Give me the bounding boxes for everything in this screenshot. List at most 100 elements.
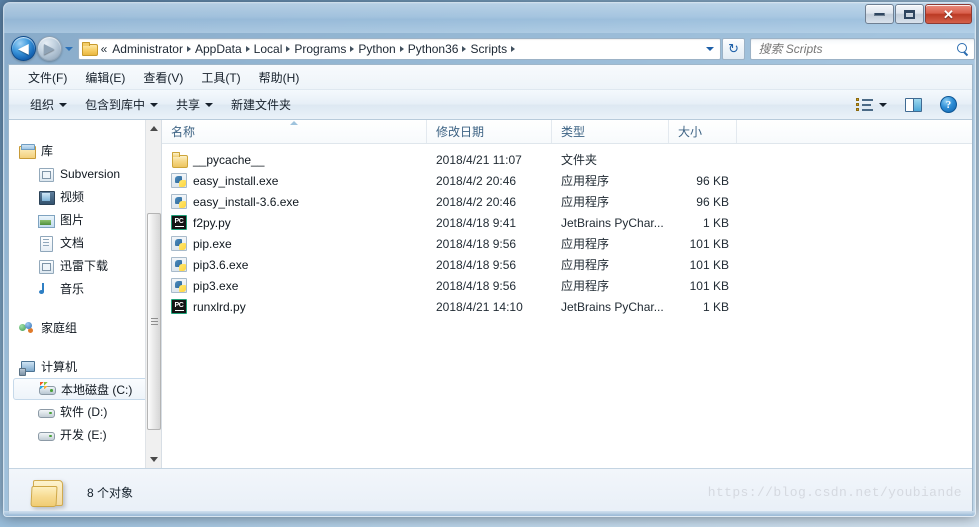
column-header-filler (737, 120, 972, 143)
file-type: 应用程序 (561, 174, 610, 188)
table-row[interactable]: __pycache__ 2018/4/21 11:07 文件夹 (162, 149, 972, 170)
breadcrumb-item-python[interactable]: Python (355, 41, 398, 57)
breadcrumb-separator-icon[interactable] (399, 45, 404, 52)
recent-locations-button[interactable] (62, 36, 76, 61)
file-date: 2018/4/18 9:56 (436, 257, 517, 272)
breadcrumb-separator-icon[interactable] (245, 45, 250, 52)
help-button[interactable]: ? (931, 92, 966, 117)
sidebar-item-subversion[interactable]: Subversion (9, 162, 161, 185)
folder-icon (30, 477, 67, 509)
menu-bar: 文件(F) 编辑(E) 查看(V) 工具(T) 帮助(H) (9, 65, 972, 89)
folder-icon (81, 42, 98, 56)
breadcrumb-separator-icon[interactable] (511, 45, 516, 52)
scroll-up-button[interactable] (146, 120, 161, 137)
breadcrumb-item-scripts[interactable]: Scripts (467, 41, 510, 57)
python-exe-icon (171, 236, 187, 251)
breadcrumb-item-administrator[interactable]: Administrator (109, 41, 186, 57)
breadcrumb: « Administrator AppData Local Programs P… (101, 41, 702, 57)
table-row[interactable]: easy_install.exe 2018/4/2 20:46 应用程序 96 … (162, 170, 972, 191)
breadcrumb-separator-icon[interactable] (286, 45, 291, 52)
menu-help[interactable]: 帮助(H) (250, 66, 309, 89)
sidebar-item-pictures[interactable]: 图片 (9, 208, 161, 231)
breadcrumb-separator-icon[interactable] (186, 45, 191, 52)
organize-button[interactable]: 组织 (21, 92, 76, 117)
table-row[interactable]: PC f2py.py 2018/4/18 9:41 JetBrains PyCh… (162, 212, 972, 233)
close-button[interactable]: ✕ (925, 4, 972, 24)
maximize-button[interactable] (895, 4, 924, 24)
details-pane: 8 个对象 https://blog.csdn.net/youbiande (9, 468, 972, 514)
file-size: 96 KB (696, 173, 729, 188)
search-icon[interactable] (956, 42, 970, 56)
table-row[interactable]: pip3.6.exe 2018/4/18 9:56 应用程序 101 KB (162, 254, 972, 275)
computer-icon (19, 360, 35, 376)
desktop-ghost-text-2 (144, 6, 294, 17)
address-bar[interactable]: « Administrator AppData Local Programs P… (77, 37, 721, 60)
column-header-label: 类型 (561, 125, 586, 139)
share-button[interactable]: 共享 (167, 92, 222, 117)
breadcrumb-item-python36[interactable]: Python36 (405, 41, 462, 57)
address-dropdown-button[interactable] (702, 39, 718, 59)
sidebar-item-videos[interactable]: 视频 (9, 185, 161, 208)
sidebar-item-thunder-download[interactable]: 迅雷下载 (9, 254, 161, 277)
menu-tools[interactable]: 工具(T) (192, 66, 249, 89)
file-type: 文件夹 (561, 153, 598, 167)
column-header-name[interactable]: 名称 (162, 120, 427, 143)
sidebar-item-label: 音乐 (60, 282, 85, 296)
python-exe-icon (171, 194, 187, 209)
search-input[interactable] (758, 41, 954, 56)
breadcrumb-item-local[interactable]: Local (251, 41, 286, 57)
documents-icon (38, 235, 54, 252)
pictures-icon (38, 213, 55, 228)
breadcrumb-separator-icon[interactable] (462, 45, 467, 52)
title-bar[interactable]: ✕ (4, 3, 975, 33)
sidebar-item-label: 软件 (D:) (60, 405, 108, 419)
sidebar-item-homegroup[interactable]: 家庭组 (9, 316, 161, 339)
breadcrumb-item-programs[interactable]: Programs (291, 41, 349, 57)
chevron-down-icon (150, 102, 159, 107)
menu-view[interactable]: 查看(V) (134, 66, 192, 89)
sidebar-item-computer[interactable]: 计算机 (9, 355, 161, 378)
breadcrumb-overflow-icon[interactable]: « (101, 42, 108, 56)
sidebar-item-music[interactable]: 音乐 (9, 277, 161, 300)
file-rows: __pycache__ 2018/4/21 11:07 文件夹 easy_ins… (162, 144, 972, 317)
column-header-date-modified[interactable]: 修改日期 (427, 120, 552, 143)
sidebar-item-documents[interactable]: 文档 (9, 231, 161, 254)
file-name: pip3.exe (193, 278, 239, 293)
refresh-button[interactable]: ↻ (721, 37, 746, 60)
explorer-window: ✕ ◀ ▶ « Administrator AppData Local Prog… (3, 2, 976, 517)
table-row[interactable]: easy_install-3.6.exe 2018/4/2 20:46 应用程序… (162, 191, 972, 212)
sidebar-item-local-disk-c[interactable]: 本地磁盘 (C:) (13, 378, 155, 400)
scrollbar-thumb[interactable] (147, 213, 161, 430)
file-size: 1 KB (702, 299, 729, 314)
file-type: 应用程序 (561, 258, 610, 272)
column-header-size[interactable]: 大小 (669, 120, 737, 143)
search-box[interactable] (750, 37, 975, 60)
preview-pane-button[interactable] (896, 94, 931, 116)
sidebar-item-drive-d[interactable]: 软件 (D:) (9, 400, 161, 423)
scroll-down-button[interactable] (146, 451, 161, 468)
minimize-button[interactable] (865, 4, 894, 24)
table-row[interactable]: pip3.exe 2018/4/18 9:56 应用程序 101 KB (162, 275, 972, 296)
new-folder-button[interactable]: 新建文件夹 (222, 92, 300, 117)
organize-label: 组织 (30, 98, 55, 112)
drive-icon (38, 405, 55, 419)
help-icon: ? (940, 96, 957, 113)
menu-edit[interactable]: 编辑(E) (76, 66, 134, 89)
navigation-pane-scrollbar[interactable] (145, 120, 161, 468)
menu-file[interactable]: 文件(F) (19, 66, 76, 89)
table-row[interactable]: PC runxlrd.py 2018/4/21 14:10 JetBrains … (162, 296, 972, 317)
back-button[interactable]: ◀ (11, 36, 36, 61)
column-header-type[interactable]: 类型 (552, 120, 669, 143)
breadcrumb-separator-icon[interactable] (350, 45, 355, 52)
table-row[interactable]: pip.exe 2018/4/18 9:56 应用程序 101 KB (162, 233, 972, 254)
python-exe-icon (171, 278, 187, 293)
sidebar-item-libraries[interactable]: 库 (9, 139, 161, 162)
file-type: JetBrains PyChar... (561, 299, 664, 314)
sidebar-item-label: 视频 (60, 190, 85, 204)
include-in-library-button[interactable]: 包含到库中 (76, 92, 167, 117)
navigation-pane: 库 Subversion 视频 图片 文档 迅雷下载 音乐 家庭组 计算机 本地… (9, 120, 162, 468)
breadcrumb-item-appdata[interactable]: AppData (192, 41, 245, 57)
sidebar-item-drive-e[interactable]: 开发 (E:) (9, 423, 161, 446)
forward-button[interactable]: ▶ (36, 36, 62, 61)
change-view-button[interactable] (847, 94, 896, 116)
